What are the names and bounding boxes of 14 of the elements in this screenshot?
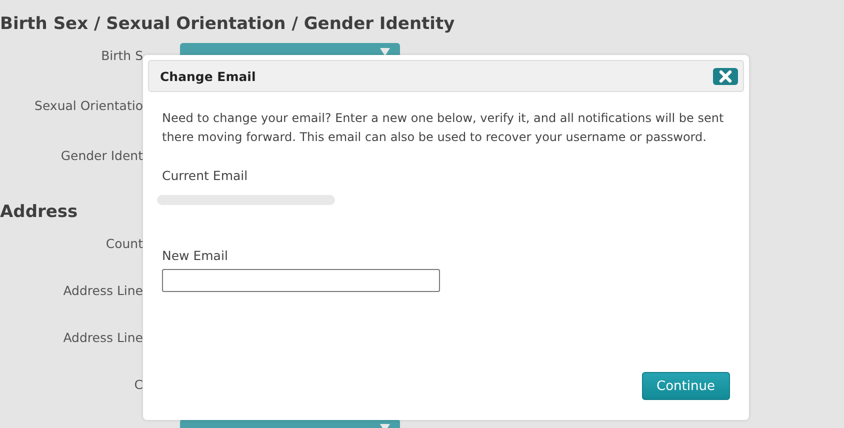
field-label: C [133, 376, 143, 394]
field-label: Address Line [62, 329, 143, 347]
field-label: Birth S [100, 47, 143, 65]
field-label: New Email [162, 248, 229, 263]
continue-button[interactable]: Continue [642, 372, 730, 400]
section-heading: Address [0, 201, 78, 224]
field-label: Current Email [162, 168, 249, 183]
field-label: Address Line [62, 282, 143, 300]
intro-text: Need to change your email? Enter a new one below, verify it, and all notifications will be sent there moving forward. This email can also be used to recover your username or password. [162, 110, 725, 146]
field-label: Sexual Orientatio [34, 97, 143, 115]
field-label: Gender Ident [60, 147, 143, 165]
section-heading: Birth Sex / Sexual Orientation / Gender Identity [0, 13, 455, 36]
field-label: Count [104, 235, 143, 253]
dialog-title: Change Email [160, 68, 256, 84]
